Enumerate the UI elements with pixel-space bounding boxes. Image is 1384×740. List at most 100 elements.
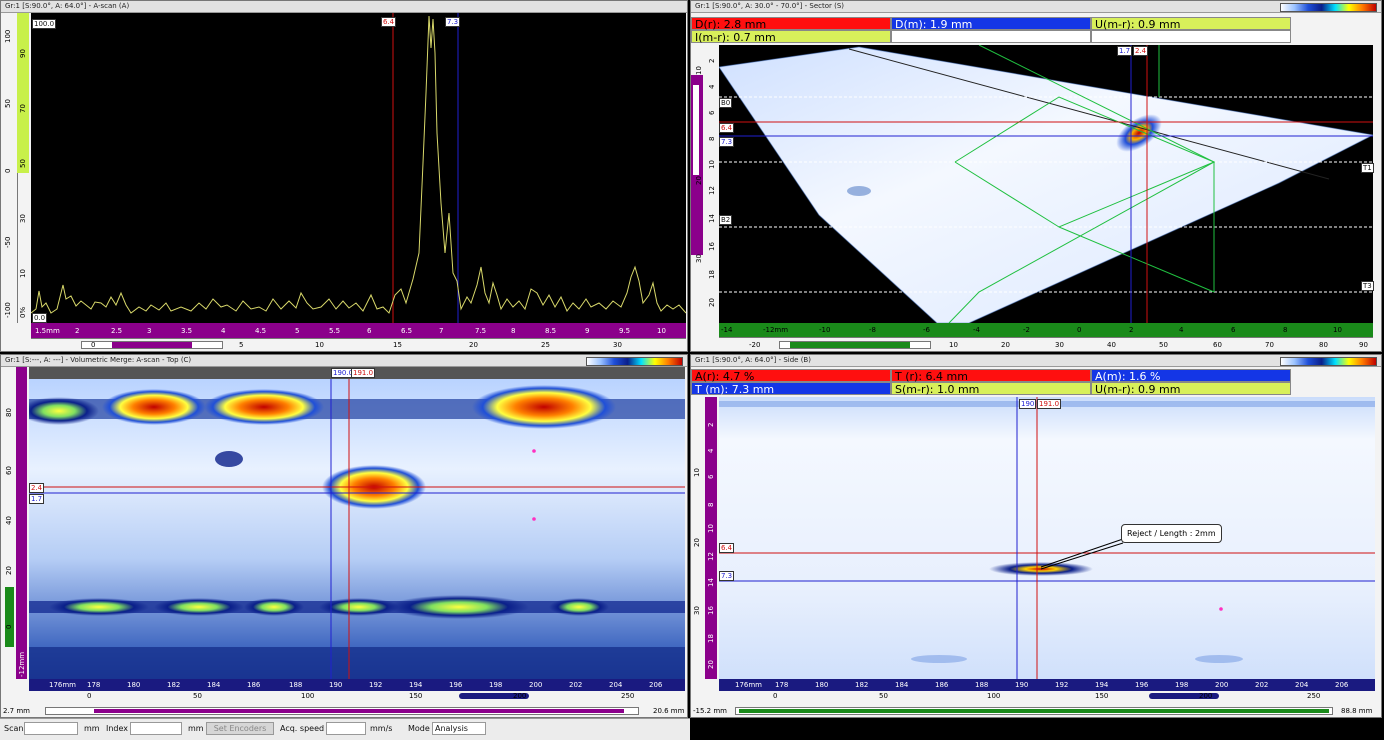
top-scan-tick: 186 <box>247 681 261 689</box>
sector-green-tick: 50 <box>1159 341 1168 349</box>
sector-ruler2-tick: 20 <box>695 176 703 185</box>
sector-green-tick: -20 <box>749 341 761 349</box>
ascan-signal-chart <box>31 13 686 323</box>
top-scan-tick: 206 <box>649 681 663 689</box>
ascan-sound-ruler[interactable]: 0 5 10 15 20 25 30 <box>31 338 686 351</box>
sector-index-tick: -2 <box>1023 326 1030 334</box>
side-depth-ruler[interactable]: 10 20 30 2 4 6 8 10 12 14 16 18 20 <box>691 397 719 679</box>
side-view-image[interactable]: 190 191.0 6.4 7.3 Reject / Length : 2mm <box>719 397 1375 679</box>
ascan-plot[interactable]: 100.0 0.0 6.4 7.3 <box>31 13 686 323</box>
side-depth-tick: 18 <box>707 634 715 643</box>
scan-label: Scan <box>4 724 24 733</box>
ascan-sound-tick: 25 <box>541 341 550 349</box>
sector-depth-tick: 18 <box>708 270 716 279</box>
sector-green-tick: 10 <box>949 341 958 349</box>
mode-field[interactable]: Analysis <box>432 722 486 735</box>
sector-depth-ruler[interactable]: 10 20 30 2 4 6 8 10 12 14 16 18 20 <box>691 45 719 323</box>
color-palette[interactable] <box>1280 3 1377 12</box>
ascan-ref-cursor-label[interactable]: 6.4 <box>381 17 397 27</box>
side-cursor-m-label[interactable]: 190 <box>1019 399 1037 409</box>
sector-image[interactable]: 1.7 2.4 B0 6.4 7.3 B2 T1 T3 <box>719 45 1374 323</box>
side-indication-callout[interactable]: Reject / Length : 2mm <box>1121 524 1222 543</box>
side-scan2-tick: 200 <box>1199 692 1213 700</box>
ascan-sound-scrollbar[interactable] <box>81 341 223 349</box>
side-scan2-tick: 250 <box>1307 692 1321 700</box>
top-scan-tick: 180 <box>127 681 141 689</box>
scan-field[interactable] <box>24 722 78 735</box>
ascan-depth-tick: 5.5 <box>329 327 341 335</box>
sector-readout-empty-1 <box>891 30 1091 43</box>
side-scrollbar[interactable] <box>735 707 1333 715</box>
ascan-meas-cursor-label[interactable]: 7.3 <box>445 17 461 27</box>
color-palette[interactable] <box>586 357 683 366</box>
sector-index-tick: -14 <box>721 326 733 334</box>
set-encoders-button[interactable]: Set Encoders <box>206 722 274 735</box>
top-view-image[interactable]: 2.4 1.7 <box>29 379 685 679</box>
top-scan-tick: 182 <box>167 681 181 689</box>
sector-scroll-ruler[interactable]: -20 10 20 30 40 50 60 70 80 90 <box>719 337 1373 351</box>
top-scan-ruler[interactable]: 176mm 178 180 182 184 186 188 190 192 19… <box>29 679 685 691</box>
top-scroll-left-label: 2.7 mm <box>3 707 30 715</box>
top-scrollbar[interactable] <box>45 707 639 715</box>
side-view-panel[interactable]: Gr:1 [S:90.0°, A: 64.0°] - Side (B) A(r)… <box>690 354 1382 718</box>
top-scan-ruler2[interactable]: 0 50 100 150 200 250 <box>29 691 685 703</box>
side-scroll-row[interactable]: -15.2 mm 88.8 mm <box>691 705 1381 717</box>
ascan-depth-ruler[interactable]: 1.5mm 2 2.5 3 3.5 4 4.5 5 5.5 6 6.5 7 7.… <box>31 323 686 338</box>
ascan-ruler2-tick: 10 <box>19 269 27 278</box>
top-index-tick: 0 <box>5 624 13 629</box>
sector-green-tick: 70 <box>1265 341 1274 349</box>
sector-index-tick: 2 <box>1129 326 1134 334</box>
sector-green-tick: 20 <box>1001 341 1010 349</box>
side-ruler2-tick: 20 <box>693 538 701 547</box>
ascan-ruler-tick: 0 <box>4 168 12 173</box>
sector-green-tick: 40 <box>1107 341 1116 349</box>
acq-speed-label: Acq. speed <box>280 724 325 733</box>
side-cursor-r-label[interactable]: 191.0 <box>1037 399 1062 409</box>
top-scroll-right-label: 20.6 mm <box>653 707 685 715</box>
ascan-amplitude-ruler[interactable]: 100 50 0 -50 -100 90 70 50 30 10 0% <box>1 13 31 323</box>
top-cursor-bar[interactable]: 190.0 191.0 <box>29 367 685 379</box>
top-view-panel[interactable]: Gr:1 [S:---, A: ---] - Volumetric Merge:… <box>0 354 688 718</box>
sector-scan-graphic <box>719 45 1373 323</box>
top-index-tick: 40 <box>5 516 13 525</box>
sector-cursor-m-label[interactable]: 1.7 <box>1117 46 1133 56</box>
acq-speed-unit: mm/s <box>370 724 393 733</box>
side-readout-t-r: T (r): 6.4 mm <box>891 369 1091 383</box>
top-index-tick: -12mm <box>18 651 26 677</box>
ascan-ruler-tick: -50 <box>4 236 12 248</box>
sector-depth-tick: 12 <box>708 186 716 195</box>
sector-green-tick: 60 <box>1213 341 1222 349</box>
side-scan-tick: 206 <box>1335 681 1349 689</box>
sector-gate-label: B0 <box>719 98 733 108</box>
top-scroll-row[interactable]: 2.7 mm 20.6 mm <box>1 705 687 717</box>
side-scan-ruler[interactable]: 176mm 178 180 182 184 186 188 190 192 19… <box>719 679 1375 691</box>
side-scan-tick: 182 <box>855 681 869 689</box>
ascan-depth-tick: 9.5 <box>619 327 631 335</box>
ascan-depth-tick: 5 <box>295 327 300 335</box>
acq-speed-field[interactable] <box>326 722 366 735</box>
sector-scrollbar[interactable] <box>779 341 931 349</box>
sector-index-tick: 6 <box>1231 326 1236 334</box>
sector-green-tick: 90 <box>1359 341 1368 349</box>
side-depth-tick: 14 <box>707 578 715 587</box>
top-scan-tick: 200 <box>529 681 543 689</box>
side-scan-tick: 176mm <box>735 681 762 689</box>
side-scan-tick: 204 <box>1295 681 1309 689</box>
sector-cursor-r-label[interactable]: 2.4 <box>1133 46 1149 56</box>
sector-depth-tick: 6 <box>708 110 716 115</box>
sector-thickness-label: T3 <box>1361 281 1374 291</box>
color-palette[interactable] <box>1280 357 1377 366</box>
top-cursor-r-label[interactable]: 191.0 <box>351 368 376 378</box>
sector-panel[interactable]: Gr:1 [S:90.0°, A: 30.0° - 70.0°] - Secto… <box>690 0 1382 352</box>
side-depth-tick: 10 <box>707 524 715 533</box>
sector-index-ruler[interactable]: -14 -12mm -10 -8 -6 -4 -2 0 2 4 6 8 10 <box>719 323 1373 337</box>
top-scan-tick: 194 <box>409 681 423 689</box>
side-readout-u-mr: U(m-r): 0.9 mm <box>1091 382 1291 396</box>
side-scan-ruler2[interactable]: 0 50 100 150 200 250 <box>719 691 1375 703</box>
index-field[interactable] <box>130 722 182 735</box>
sector-readout-d-m: D(m): 1.9 mm <box>891 17 1091 31</box>
ascan-sound-tick: 5 <box>239 341 244 349</box>
ascan-panel[interactable]: Gr:1 [S:90.0°, A: 64.0°] - A-scan (A) 10… <box>0 0 688 352</box>
top-index-ruler[interactable]: 80 60 40 20 0 -12mm <box>1 367 29 679</box>
ascan-depth-tick: 9 <box>585 327 590 335</box>
